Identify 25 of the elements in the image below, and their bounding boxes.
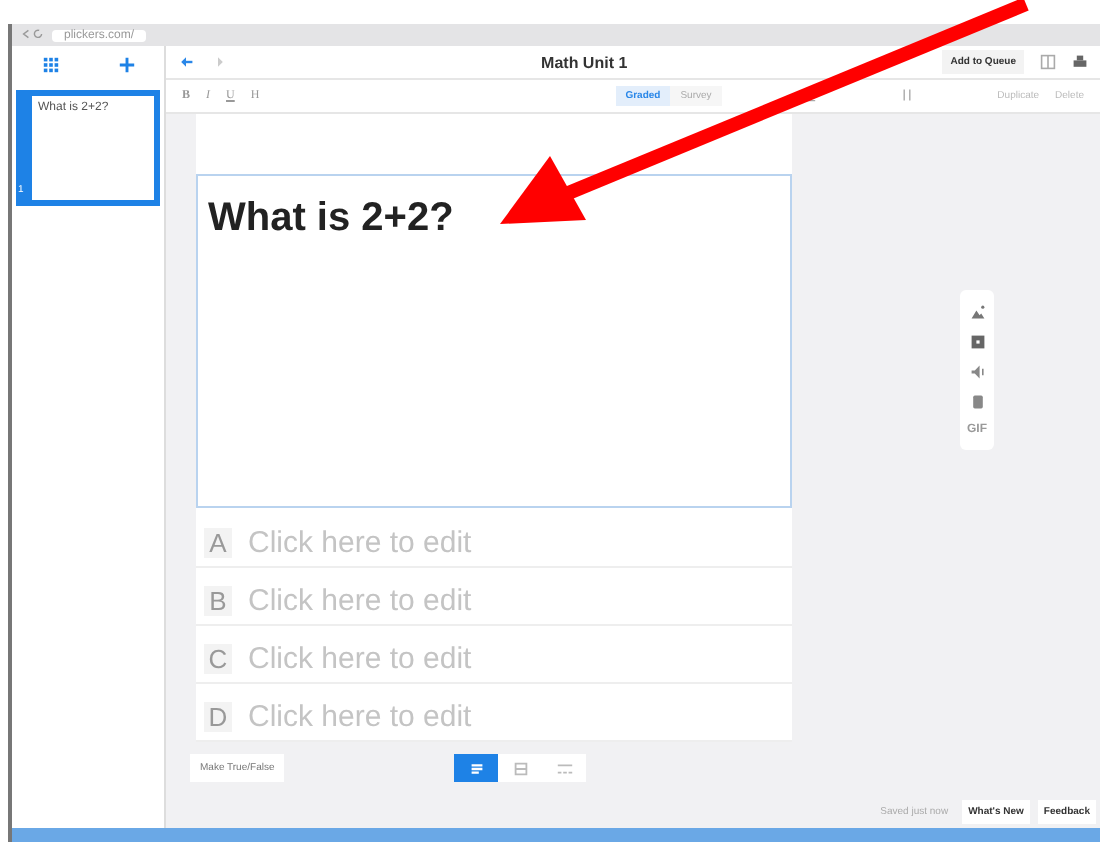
layout-icon[interactable] [1040, 54, 1056, 71]
video-icon[interactable] [969, 333, 985, 350]
undo-icon[interactable] [178, 54, 194, 71]
answer-field[interactable]: Click here to edit [244, 639, 792, 678]
question-text: What is 2+2? [208, 195, 456, 242]
back-icon[interactable] [20, 27, 32, 39]
plus-icon[interactable] [117, 55, 135, 73]
row-layout-icon [555, 759, 574, 778]
layout-button[interactable] [454, 754, 499, 783]
image-icon[interactable] [969, 303, 985, 320]
question-card[interactable]: What is 2+2? [196, 173, 792, 508]
printer-icon[interactable] [1072, 54, 1088, 71]
choice-letter: C [204, 643, 232, 674]
choice-letter: A [204, 527, 232, 558]
answer-field[interactable]: Click here to edit [244, 697, 792, 736]
reload-icon[interactable] [32, 27, 44, 39]
document-title: Math Unit 1 [539, 53, 630, 72]
list-layout-icon [467, 759, 486, 778]
grid-icon[interactable] [41, 55, 59, 73]
answer-field[interactable]: Click here to edit [244, 523, 792, 562]
sound-icon[interactable] [969, 363, 985, 380]
choice-letter: D [204, 701, 232, 732]
choice-letter: B [204, 585, 232, 616]
grid-layout-icon [511, 759, 530, 778]
answer-field[interactable]: Click here to edit [244, 581, 792, 620]
